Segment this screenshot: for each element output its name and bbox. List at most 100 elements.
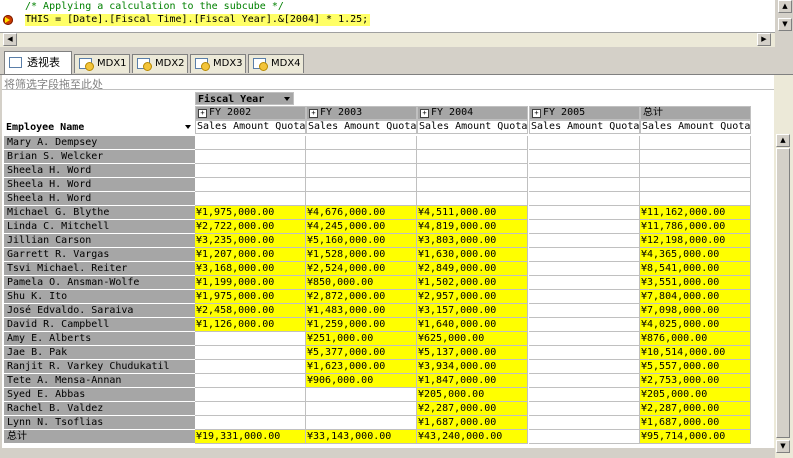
table-cell[interactable] <box>529 290 640 304</box>
table-cell[interactable] <box>195 150 306 164</box>
table-cell[interactable]: ¥2,722,000.00 <box>195 220 306 234</box>
table-cell[interactable] <box>195 346 306 360</box>
table-cell[interactable]: ¥2,287,000.00 <box>640 402 751 416</box>
table-cell[interactable] <box>306 388 417 402</box>
dropdown-arrow-icon[interactable] <box>284 97 290 101</box>
table-cell[interactable]: ¥1,126,000.00 <box>195 318 306 332</box>
tab-mdx3[interactable]: MDX3 <box>190 54 246 73</box>
table-cell[interactable]: ¥2,458,000.00 <box>195 304 306 318</box>
table-cell[interactable]: ¥2,957,000.00 <box>417 290 528 304</box>
table-cell[interactable] <box>306 164 417 178</box>
table-cell[interactable]: ¥1,528,000.00 <box>306 248 417 262</box>
column-header[interactable]: + FY 2004 <box>417 106 528 120</box>
tab-mdx1[interactable]: MDX1 <box>74 54 130 73</box>
table-cell[interactable] <box>529 206 640 220</box>
table-cell[interactable]: ¥876,000.00 <box>640 332 751 346</box>
table-cell[interactable] <box>529 416 640 430</box>
table-cell[interactable]: ¥251,000.00 <box>306 332 417 346</box>
editor-horizontal-scrollbar[interactable]: ◀ ▶ <box>0 32 775 47</box>
scroll-left-arrow-icon[interactable]: ◀ <box>3 33 17 46</box>
row-header[interactable]: Tete A. Mensa-Annan <box>4 374 195 388</box>
table-cell[interactable] <box>417 136 528 150</box>
table-cell[interactable] <box>417 164 528 178</box>
table-cell[interactable]: ¥5,377,000.00 <box>306 346 417 360</box>
tab-mdx2[interactable]: MDX2 <box>132 54 188 73</box>
scroll-down-arrow-icon[interactable]: ▼ <box>776 440 790 453</box>
table-cell[interactable] <box>529 304 640 318</box>
table-cell[interactable]: ¥4,676,000.00 <box>306 206 417 220</box>
table-cell[interactable] <box>195 402 306 416</box>
table-cell[interactable] <box>529 318 640 332</box>
table-cell[interactable] <box>417 150 528 164</box>
scroll-up-arrow-icon[interactable]: ▲ <box>778 0 792 13</box>
row-header[interactable]: Ranjit R. Varkey Chudukatil <box>4 360 195 374</box>
table-cell[interactable]: ¥1,687,000.00 <box>417 416 528 430</box>
row-header[interactable]: Sheela H. Word <box>4 164 195 178</box>
row-header[interactable]: Shu K. Ito <box>4 290 195 304</box>
table-cell[interactable]: ¥10,514,000.00 <box>640 346 751 360</box>
table-cell[interactable]: ¥2,753,000.00 <box>640 374 751 388</box>
measure-header[interactable]: Sales Amount Quota <box>417 120 528 134</box>
row-header[interactable]: Mary A. Dempsey <box>4 136 195 150</box>
code-comment-line[interactable]: /* Applying a calculation to the subcube… <box>25 1 284 13</box>
column-field-button[interactable]: Fiscal Year <box>195 92 294 105</box>
table-cell[interactable] <box>529 178 640 192</box>
table-cell[interactable]: ¥5,137,000.00 <box>417 346 528 360</box>
measure-header[interactable]: Sales Amount Quota <box>195 120 306 134</box>
table-cell[interactable] <box>529 262 640 276</box>
table-cell[interactable]: ¥1,687,000.00 <box>640 416 751 430</box>
row-header[interactable]: Pamela O. Ansman-Wolfe <box>4 276 195 290</box>
table-cell[interactable]: ¥3,157,000.00 <box>417 304 528 318</box>
table-cell[interactable]: ¥7,804,000.00 <box>640 290 751 304</box>
row-header[interactable]: Linda C. Mitchell <box>4 220 195 234</box>
table-cell[interactable]: ¥906,000.00 <box>306 374 417 388</box>
table-cell[interactable]: ¥12,198,000.00 <box>640 234 751 248</box>
table-cell[interactable] <box>417 178 528 192</box>
table-cell[interactable] <box>529 192 640 206</box>
measure-header[interactable]: Sales Amount Quota <box>306 120 417 134</box>
table-cell[interactable]: ¥33,143,000.00 <box>306 430 417 444</box>
expand-icon[interactable]: + <box>198 109 207 118</box>
measure-header[interactable]: Sales Amount Quota <box>529 120 640 134</box>
row-header[interactable]: 总计 <box>4 430 195 444</box>
table-cell[interactable] <box>195 332 306 346</box>
table-cell[interactable] <box>529 346 640 360</box>
table-cell[interactable] <box>417 192 528 206</box>
table-cell[interactable] <box>529 430 640 444</box>
table-cell[interactable] <box>306 150 417 164</box>
row-field-button[interactable]: Employee Name <box>4 121 194 134</box>
row-header[interactable]: Jillian Carson <box>4 234 195 248</box>
table-cell[interactable]: ¥4,365,000.00 <box>640 248 751 262</box>
table-cell[interactable]: ¥1,483,000.00 <box>306 304 417 318</box>
expand-icon[interactable]: + <box>420 109 429 118</box>
row-header[interactable]: Garrett R. Vargas <box>4 248 195 262</box>
table-cell[interactable] <box>529 150 640 164</box>
table-cell[interactable]: ¥4,245,000.00 <box>306 220 417 234</box>
table-cell[interactable]: ¥43,240,000.00 <box>417 430 528 444</box>
table-cell[interactable]: ¥625,000.00 <box>417 332 528 346</box>
dropdown-arrow-icon[interactable] <box>185 125 191 129</box>
table-cell[interactable] <box>640 150 751 164</box>
table-cell[interactable] <box>195 416 306 430</box>
table-cell[interactable]: ¥3,934,000.00 <box>417 360 528 374</box>
table-cell[interactable] <box>195 178 306 192</box>
table-cell[interactable]: ¥205,000.00 <box>640 388 751 402</box>
table-cell[interactable]: ¥1,975,000.00 <box>195 206 306 220</box>
pivot-table[interactable]: 将筛选字段拖至此处 Fiscal Year Employee Name + FY … <box>2 75 774 448</box>
table-cell[interactable] <box>195 388 306 402</box>
table-cell[interactable] <box>640 136 751 150</box>
table-cell[interactable] <box>306 178 417 192</box>
table-cell[interactable]: ¥4,025,000.00 <box>640 318 751 332</box>
table-cell[interactable]: ¥2,872,000.00 <box>306 290 417 304</box>
row-header[interactable]: Tsvi Michael. Reiter <box>4 262 195 276</box>
row-header[interactable]: Sheela H. Word <box>4 192 195 206</box>
table-cell[interactable]: ¥4,819,000.00 <box>417 220 528 234</box>
scroll-down-arrow-icon[interactable]: ▼ <box>778 18 792 31</box>
scroll-up-arrow-icon[interactable]: ▲ <box>776 134 790 147</box>
table-cell[interactable] <box>306 402 417 416</box>
table-cell[interactable]: ¥3,803,000.00 <box>417 234 528 248</box>
table-cell[interactable]: ¥2,524,000.00 <box>306 262 417 276</box>
row-header[interactable]: Jae B. Pak <box>4 346 195 360</box>
row-header[interactable]: David R. Campbell <box>4 318 195 332</box>
code-statement-line[interactable]: THIS = [Date].[Fiscal Time].[Fiscal Year… <box>25 14 371 26</box>
